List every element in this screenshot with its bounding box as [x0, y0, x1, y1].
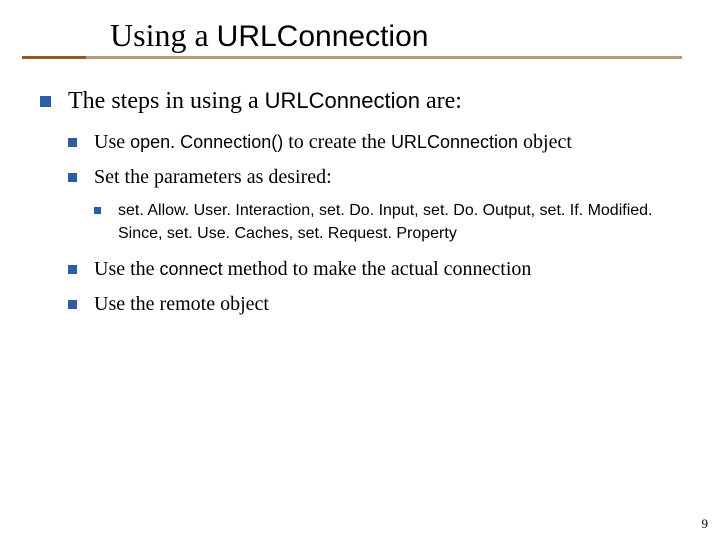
- square-bullet-icon: [40, 96, 51, 107]
- step0-code2: URLConnection: [391, 132, 518, 152]
- list-item: The steps in using a URLConnection are: …: [40, 83, 680, 319]
- step0-mid: to create the: [283, 131, 391, 153]
- intro-code: URLConnection: [265, 88, 420, 113]
- list-item: Use the connect method to make the actua…: [68, 254, 680, 285]
- page-number: 9: [702, 516, 709, 532]
- intro-pre: The steps in using a: [68, 88, 265, 114]
- step0-post: object: [518, 131, 572, 153]
- bullet-list-level2: Use open. Connection() to create the URL…: [68, 127, 680, 319]
- step0-pre: Use: [94, 131, 130, 153]
- step0-code: open. Connection(): [130, 132, 283, 152]
- step3-text: Use the remote object: [94, 293, 269, 315]
- step2-code: connect: [160, 259, 223, 279]
- slide-title: Using a URLConnection: [110, 18, 720, 53]
- square-bullet-icon: [68, 173, 77, 182]
- list-item: set. Allow. User. Interaction, set. Do. …: [94, 199, 680, 245]
- square-bullet-icon: [68, 265, 77, 274]
- title-code: URLConnection: [217, 20, 429, 53]
- square-bullet-icon: [94, 207, 101, 214]
- slide-content: The steps in using a URLConnection are: …: [0, 59, 720, 319]
- slide-title-block: Using a URLConnection: [0, 0, 720, 59]
- square-bullet-icon: [68, 300, 77, 309]
- title-underline-light: [22, 56, 682, 59]
- method-list: set. Allow. User. Interaction, set. Do. …: [118, 202, 652, 242]
- list-item: Set the parameters as desired: set. Allo…: [68, 162, 680, 245]
- list-item: Use the remote object: [68, 289, 680, 320]
- title-underline-dark: [22, 56, 86, 59]
- bullet-list-level1: The steps in using a URLConnection are: …: [40, 83, 680, 319]
- title-prefix: Using a: [110, 17, 217, 53]
- intro-post: are:: [420, 88, 462, 114]
- square-bullet-icon: [68, 138, 77, 147]
- bullet-list-level3: set. Allow. User. Interaction, set. Do. …: [94, 199, 680, 245]
- list-item: Use open. Connection() to create the URL…: [68, 127, 680, 158]
- step2-pre: Use the: [94, 258, 160, 280]
- step2-post: method to make the actual connection: [223, 258, 532, 280]
- step1-text: Set the parameters as desired:: [94, 166, 332, 188]
